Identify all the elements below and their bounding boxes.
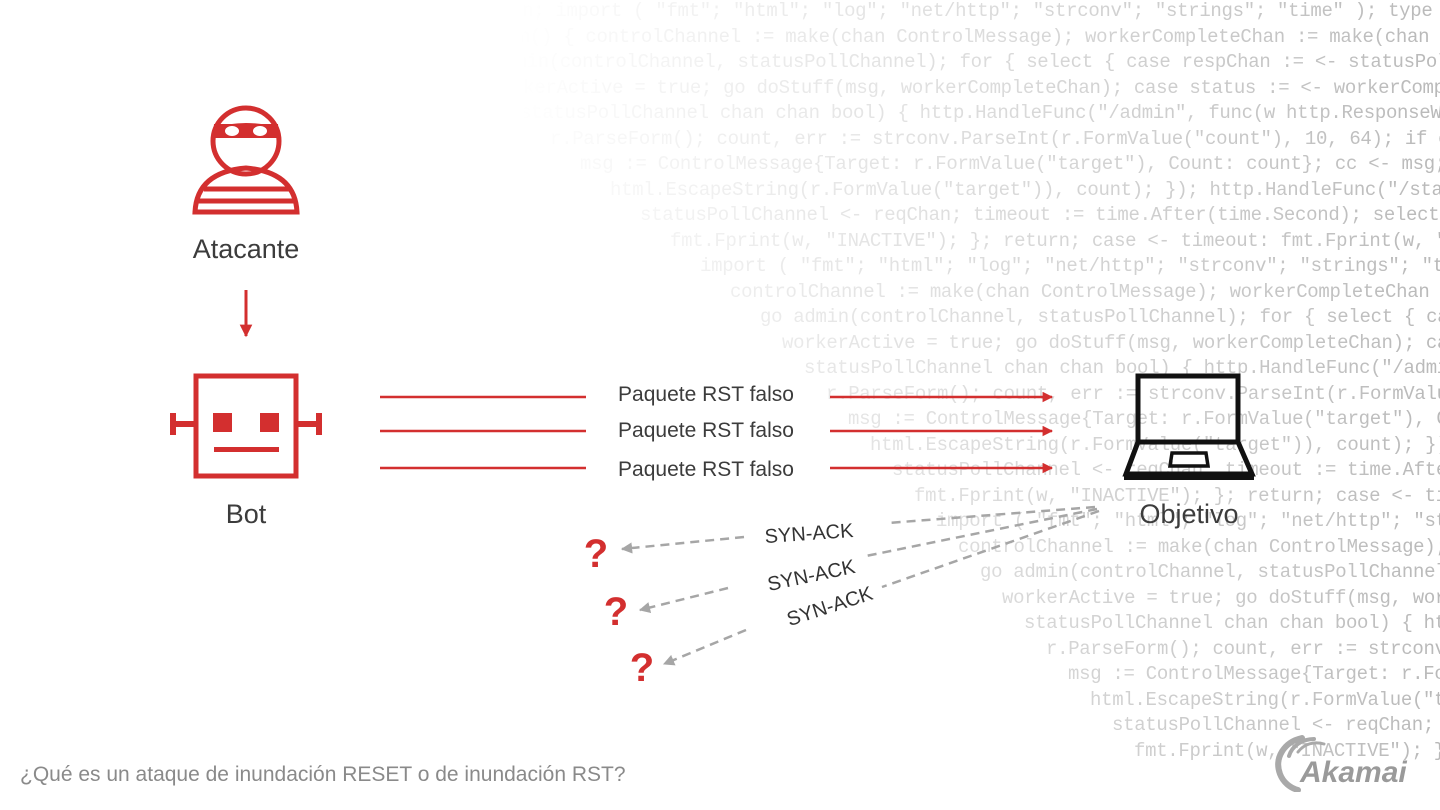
- caption: ¿Qué es un ataque de inundación RESET o …: [20, 763, 626, 786]
- packet-label: Paquete RST falso: [618, 458, 794, 481]
- unknown-destination-icon: ?: [630, 646, 654, 690]
- packet-label: Paquete RST falso: [618, 383, 794, 406]
- robot-icon: [170, 373, 322, 479]
- response-arrow: [620, 535, 745, 554]
- unknown-destination-icon: ?: [584, 532, 608, 576]
- unknown-destination-icon: ?: [604, 590, 628, 634]
- rst-packet-1: Paquete RST falso: [380, 383, 1054, 406]
- bot-label: Bot: [226, 499, 267, 529]
- attacker-icon: [192, 105, 300, 215]
- response-line: [881, 509, 1100, 589]
- packet-label: Paquete RST falso: [618, 419, 794, 442]
- rst-flood-diagram: Atacante Bot Paquete RST falso Paquete R…: [170, 105, 1256, 690]
- target-label: Objetivo: [1139, 499, 1238, 529]
- syn-ack-response-3: SYN-ACK ?: [630, 509, 1100, 690]
- rst-packet-3: Paquete RST falso: [380, 458, 1054, 481]
- response-arrow: [638, 586, 729, 614]
- attacker-node: Atacante: [192, 105, 300, 264]
- laptop-icon: [1122, 373, 1256, 480]
- akamai-logo: Akamai: [1275, 735, 1407, 792]
- response-label: SYN-ACK: [764, 520, 855, 548]
- attacker-label: Atacante: [193, 234, 300, 264]
- akamai-wordmark: Akamai: [1299, 756, 1407, 789]
- response-arrow: [662, 628, 747, 666]
- bot-node: Bot: [170, 373, 322, 529]
- target-node: Objetivo: [1122, 373, 1256, 529]
- rst-packet-2: Paquete RST falso: [380, 419, 1054, 442]
